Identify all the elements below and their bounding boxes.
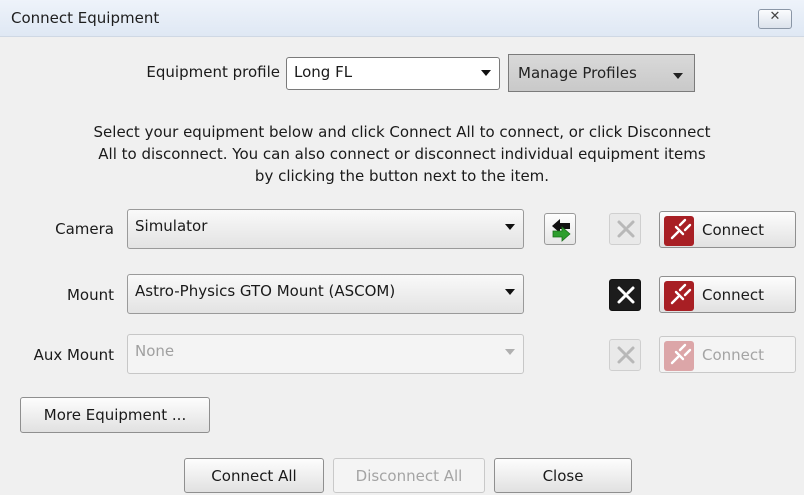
chevron-down-icon xyxy=(505,349,515,355)
camera-connect-label: Connect xyxy=(702,221,765,239)
close-window-button[interactable]: ✕ xyxy=(758,9,792,29)
instructions-text: Select your equipment below and click Co… xyxy=(40,121,764,187)
camera-setup-button xyxy=(609,213,641,245)
plug-connect-icon xyxy=(664,281,694,311)
mount-setup-button[interactable] xyxy=(609,279,641,311)
plug-connect-icon xyxy=(664,341,694,371)
aux-mount-select: None xyxy=(127,334,524,374)
mount-value: Astro-Physics GTO Mount (ASCOM) xyxy=(135,282,396,300)
equipment-profile-select[interactable]: Long FL xyxy=(286,57,500,90)
instructions-line-2: All to disconnect. You can also connect … xyxy=(98,145,706,163)
manage-profiles-button[interactable]: Manage Profiles xyxy=(508,54,695,92)
chevron-down-icon xyxy=(505,289,515,295)
camera-label: Camera xyxy=(55,220,114,238)
equipment-profile-label: Equipment profile xyxy=(146,63,280,81)
chevron-down-icon xyxy=(481,70,491,76)
chevron-down-icon xyxy=(673,73,683,79)
window-title: Connect Equipment xyxy=(11,9,160,27)
equipment-profile-value: Long FL xyxy=(294,63,353,81)
aux-mount-label: Aux Mount xyxy=(33,346,114,364)
connect-all-button[interactable]: Connect All xyxy=(184,458,324,493)
camera-swap-button[interactable] xyxy=(544,213,576,245)
disconnect-all-label: Disconnect All xyxy=(355,467,463,485)
mount-select[interactable]: Astro-Physics GTO Mount (ASCOM) xyxy=(127,274,524,314)
aux-mount-connect-label: Connect xyxy=(702,346,765,364)
camera-select[interactable]: Simulator xyxy=(127,209,524,249)
instructions-line-1: Select your equipment below and click Co… xyxy=(93,123,711,141)
more-equipment-label: More Equipment ... xyxy=(43,406,187,424)
close-button[interactable]: Close xyxy=(494,458,632,493)
close-icon: ✕ xyxy=(769,9,781,24)
mount-connect-label: Connect xyxy=(702,286,765,304)
setup-tools-icon xyxy=(617,220,635,238)
aux-mount-setup-button xyxy=(609,339,641,371)
connect-all-label: Connect All xyxy=(211,467,297,485)
camera-connect-button[interactable]: Connect xyxy=(659,211,796,248)
chevron-down-icon xyxy=(505,224,515,230)
camera-value: Simulator xyxy=(135,217,208,235)
aux-mount-value: None xyxy=(135,342,175,360)
close-label: Close xyxy=(542,467,584,485)
aux-mount-connect-button: Connect xyxy=(659,336,796,373)
more-equipment-button[interactable]: More Equipment ... xyxy=(20,397,210,433)
instructions-line-3: by clicking the button next to the item. xyxy=(254,167,550,185)
mount-connect-button[interactable]: Connect xyxy=(659,276,796,313)
plug-connect-icon xyxy=(664,216,694,246)
setup-tools-icon xyxy=(617,286,635,304)
disconnect-all-button: Disconnect All xyxy=(333,458,485,493)
swap-arrows-icon xyxy=(552,219,571,242)
title-bar: Connect Equipment ✕ xyxy=(0,0,804,37)
mount-label: Mount xyxy=(66,286,114,304)
setup-tools-icon xyxy=(617,346,635,364)
manage-profiles-label: Manage Profiles xyxy=(518,64,637,82)
